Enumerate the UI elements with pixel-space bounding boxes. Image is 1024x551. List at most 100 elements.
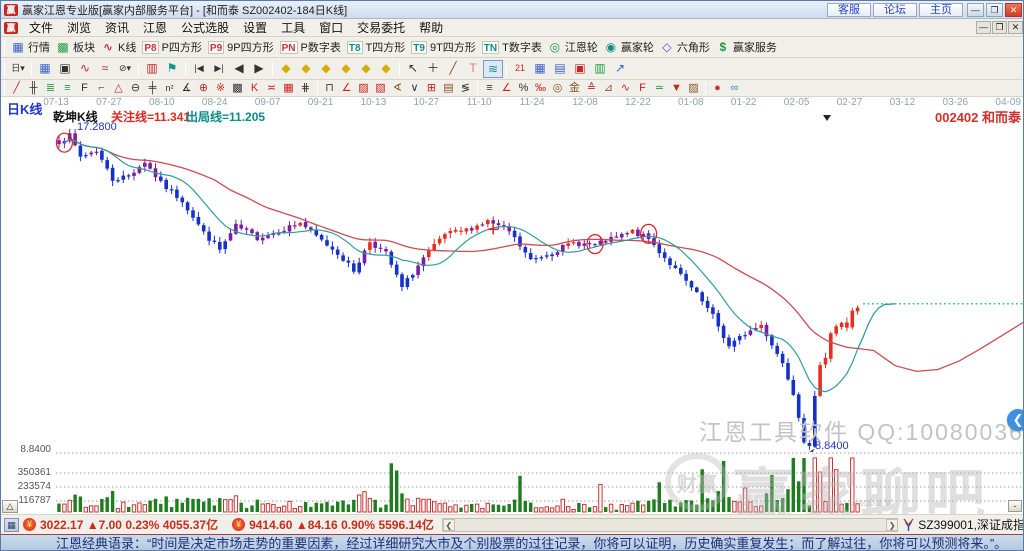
control-button-25[interactable]: ╱ <box>443 60 463 78</box>
control-button-2[interactable]: ▦ <box>35 60 55 78</box>
tool-P数字表[interactable]: PNP数字表 <box>280 39 341 55</box>
draw-button-6[interactable]: △ <box>110 81 127 96</box>
draw-button-19[interactable]: ⊓ <box>321 81 338 96</box>
tool-9T四方形[interactable]: T99T四方形 <box>411 39 476 55</box>
control-button-11[interactable]: |◀ <box>189 60 209 78</box>
draw-button-33[interactable]: ◎ <box>549 81 566 96</box>
child-minimize[interactable]: — <box>976 21 991 34</box>
draw-button-44[interactable]: ∞ <box>726 81 743 96</box>
draw-button-11[interactable]: ⊕ <box>195 81 212 96</box>
draw-button-39[interactable]: ≃ <box>651 81 668 96</box>
control-button-20[interactable]: ◆ <box>356 60 376 78</box>
draw-button-14[interactable]: K <box>246 81 263 96</box>
control-button-13[interactable]: ◀ <box>229 60 249 78</box>
draw-button-41[interactable]: ▨ <box>685 81 702 96</box>
menu-浏览[interactable]: 浏览 <box>60 20 98 36</box>
draw-button-8[interactable]: ╪ <box>144 81 161 96</box>
control-button-32[interactable]: ▣ <box>570 60 590 78</box>
tool-六角形[interactable]: ◇六角形 <box>660 39 710 55</box>
control-button-18[interactable]: ◆ <box>316 60 336 78</box>
control-button-33[interactable]: ▥ <box>590 60 610 78</box>
control-button-16[interactable]: ◆ <box>276 60 296 78</box>
control-button-24[interactable]: ＋ <box>423 60 443 78</box>
control-button-21[interactable]: ◆ <box>376 60 396 78</box>
control-button-26[interactable]: T <box>463 60 483 78</box>
menu-帮助[interactable]: 帮助 <box>412 20 450 36</box>
control-button-31[interactable]: ▤ <box>550 60 570 78</box>
draw-button-34[interactable]: 金 <box>566 81 583 96</box>
control-button-6[interactable]: ⊘▾ <box>115 60 135 78</box>
control-button-0[interactable]: 日▾ <box>8 60 28 78</box>
draw-button-7[interactable]: ⊖ <box>127 81 144 96</box>
draw-button-4[interactable]: F <box>76 81 93 96</box>
maximize-button[interactable]: ❐ <box>986 3 1003 17</box>
draw-button-24[interactable]: ∨ <box>406 81 423 96</box>
control-button-23[interactable]: ↖ <box>403 60 423 78</box>
menu-交易委托[interactable]: 交易委托 <box>350 20 412 36</box>
menu-公式选股[interactable]: 公式选股 <box>174 20 236 36</box>
draw-button-2[interactable]: ≣ <box>42 81 59 96</box>
control-button-14[interactable]: ▶ <box>249 60 269 78</box>
draw-button-12[interactable]: ※ <box>212 81 229 96</box>
child-restore[interactable]: ❐ <box>992 21 1007 34</box>
control-button-27[interactable]: ≋ <box>483 60 503 78</box>
menu-设置[interactable]: 设置 <box>236 20 274 36</box>
draw-button-13[interactable]: ▩ <box>229 81 246 96</box>
current-security-label[interactable]: SZ399001,深证成指 <box>918 516 1024 533</box>
control-button-34[interactable]: ↗ <box>610 60 630 78</box>
draw-button-37[interactable]: ∿ <box>617 81 634 96</box>
homepage-link[interactable]: 主页 <box>919 3 963 17</box>
control-button-3[interactable]: ▣ <box>55 60 75 78</box>
tool-T四方形[interactable]: T8T四方形 <box>347 39 405 55</box>
scroll-left-arrow[interactable]: ❮ <box>443 519 455 531</box>
menu-窗口[interactable]: 窗口 <box>312 20 350 36</box>
tool-江恩轮[interactable]: ◎江恩轮 <box>548 39 598 55</box>
draw-button-17[interactable]: ⋕ <box>297 81 314 96</box>
draw-button-20[interactable]: ∠ <box>338 81 355 96</box>
tool-赢家服务[interactable]: $赢家服务 <box>716 39 777 55</box>
draw-button-36[interactable]: ⊿ <box>600 81 617 96</box>
minimize-button[interactable]: — <box>967 3 984 17</box>
tool-K线[interactable]: ∿K线 <box>101 39 136 55</box>
service-link[interactable]: 客服 <box>827 3 871 17</box>
menu-文件[interactable]: 文件 <box>22 20 60 36</box>
draw-button-35[interactable]: ≙ <box>583 81 600 96</box>
draw-button-23[interactable]: ∢ <box>389 81 406 96</box>
expand-volume-button[interactable]: △ <box>2 500 18 513</box>
draw-button-9[interactable]: n² <box>161 81 178 96</box>
draw-button-31[interactable]: % <box>515 81 532 96</box>
draw-button-38[interactable]: F <box>634 81 651 96</box>
control-button-8[interactable]: ▥ <box>142 60 162 78</box>
control-button-17[interactable]: ◆ <box>296 60 316 78</box>
draw-button-29[interactable]: ≡ <box>481 81 498 96</box>
draw-button-25[interactable]: ⊞ <box>423 81 440 96</box>
forum-link[interactable]: 论坛 <box>873 3 917 17</box>
shenzhen-index-icon[interactable]: ¥ <box>232 518 245 531</box>
draw-button-30[interactable]: ∠ <box>498 81 515 96</box>
draw-button-27[interactable]: ≶ <box>457 81 474 96</box>
tool-T数字表[interactable]: TNT数字表 <box>482 39 542 55</box>
control-button-9[interactable]: ⚑ <box>162 60 182 78</box>
menu-资讯[interactable]: 资讯 <box>98 20 136 36</box>
tool-行情[interactable]: ▦行情 <box>11 39 50 55</box>
shanghai-index-icon[interactable]: ¥ <box>23 518 36 531</box>
tool-9P四方形[interactable]: P99P四方形 <box>208 39 274 55</box>
draw-button-10[interactable]: ∡ <box>178 81 195 96</box>
draw-button-5[interactable]: ⌐ <box>93 81 110 96</box>
draw-button-32[interactable]: ‰ <box>532 81 549 96</box>
draw-button-1[interactable]: ╫ <box>25 81 42 96</box>
close-button[interactable]: ✕ <box>1005 3 1022 17</box>
horizontal-scrollbar[interactable]: ❮ ❯ <box>442 518 898 532</box>
draw-button-21[interactable]: ▨ <box>355 81 372 96</box>
control-button-5[interactable]: ≈ <box>95 60 115 78</box>
calendar-grid-icon[interactable]: ▦ <box>4 518 19 532</box>
menu-江恩[interactable]: 江恩 <box>136 20 174 36</box>
control-button-30[interactable]: ▦ <box>530 60 550 78</box>
scroll-right-arrow[interactable]: ❯ <box>886 519 898 531</box>
child-close[interactable]: ✕ <box>1008 21 1023 34</box>
tool-板块[interactable]: ▩板块 <box>56 39 95 55</box>
draw-button-26[interactable]: ▤ <box>440 81 457 96</box>
control-button-29[interactable]: 21 <box>510 60 530 78</box>
draw-button-22[interactable]: ▧ <box>372 81 389 96</box>
nav-left-button[interactable]: ❮ <box>1007 409 1024 431</box>
